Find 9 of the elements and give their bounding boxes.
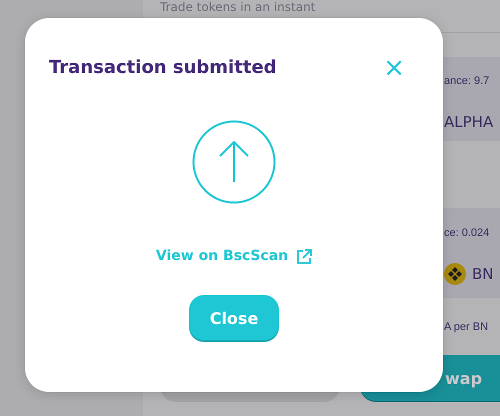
view-on-explorer-link[interactable]: View on BscScan [156,246,312,267]
subtitle: Trade tokens in an instant [160,0,316,14]
close-button[interactable]: Close [189,295,279,342]
token-label[interactable]: BN [472,262,494,285]
modal-title: Transaction submitted [49,56,277,80]
balance-label: ce: 0.024 [444,227,490,239]
balance-label: ance: 9.7 [444,75,490,87]
token-label[interactable]: ALPHA [444,110,494,133]
price-rate: A per BN [444,321,488,333]
